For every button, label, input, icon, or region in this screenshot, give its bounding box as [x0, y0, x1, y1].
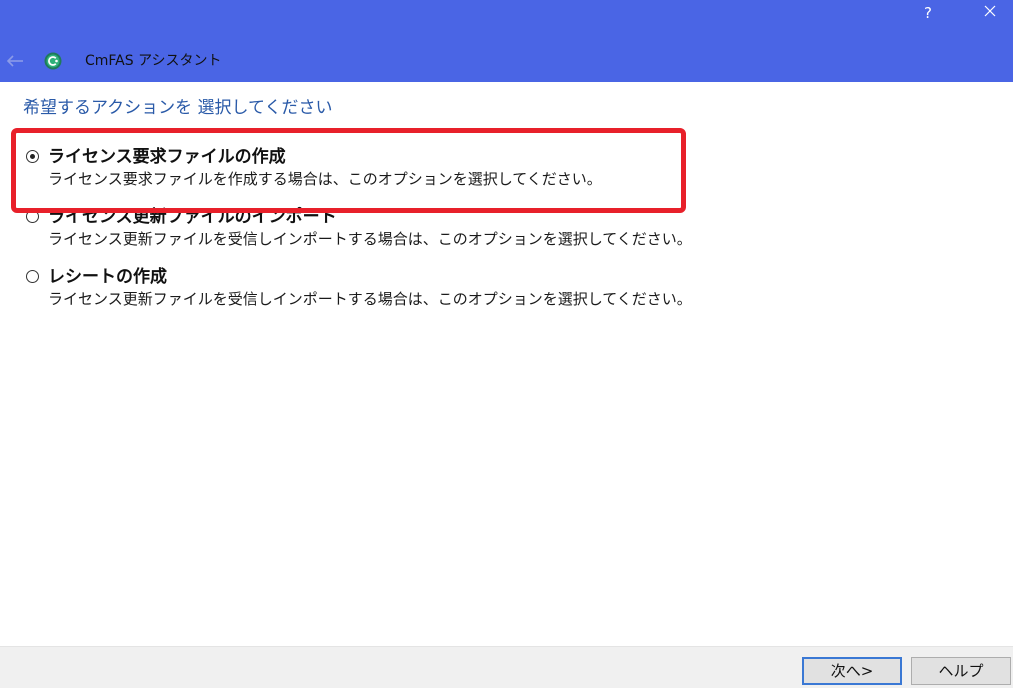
- help-button[interactable]: ヘルプ: [911, 657, 1011, 685]
- option-description: ライセンス要求ファイルを作成する場合は、このオプションを選択してください。: [48, 170, 602, 188]
- next-button[interactable]: 次へ>: [802, 657, 902, 685]
- option-create-receipt[interactable]: レシートの作成 ライセンス更新ファイルを受信しインポートする場合は、このオプショ…: [26, 266, 726, 312]
- help-title-button[interactable]: ?: [916, 2, 940, 24]
- radio-create-receipt[interactable]: [26, 270, 39, 283]
- option-title: ライセンス要求ファイルの作成: [48, 147, 286, 167]
- back-button[interactable]: [3, 50, 27, 72]
- option-title: レシートの作成: [48, 267, 167, 287]
- window-title: CmFAS アシスタント: [85, 53, 222, 69]
- option-create-license-request[interactable]: ライセンス要求ファイルの作成 ライセンス要求ファイルを作成する場合は、このオプシ…: [26, 146, 726, 192]
- left-arrow-icon: [6, 55, 23, 67]
- radio-create-license-request[interactable]: [26, 150, 39, 163]
- radio-import-license-update[interactable]: [26, 210, 39, 223]
- option-description: ライセンス更新ファイルを受信しインポートする場合は、このオプションを選択してくだ…: [48, 290, 692, 308]
- close-button[interactable]: [974, 0, 1006, 24]
- option-title: ライセンス更新ファイルのインポート: [48, 207, 337, 227]
- option-description: ライセンス更新ファイルを受信しインポートする場合は、このオプションを選択してくだ…: [48, 230, 692, 248]
- assistant-window: ? CmFAS アシスタント 希望するアクションを 選択してください ライセンス…: [0, 0, 1013, 688]
- title-bar: ? CmFAS アシスタント: [0, 0, 1013, 82]
- cmfas-logo-icon: [44, 52, 62, 70]
- page-heading: 希望するアクションを 選択してください: [23, 98, 333, 118]
- close-icon: [984, 5, 996, 17]
- option-import-license-update[interactable]: ライセンス更新ファイルのインポート ライセンス更新ファイルを受信しインポートする…: [26, 206, 726, 252]
